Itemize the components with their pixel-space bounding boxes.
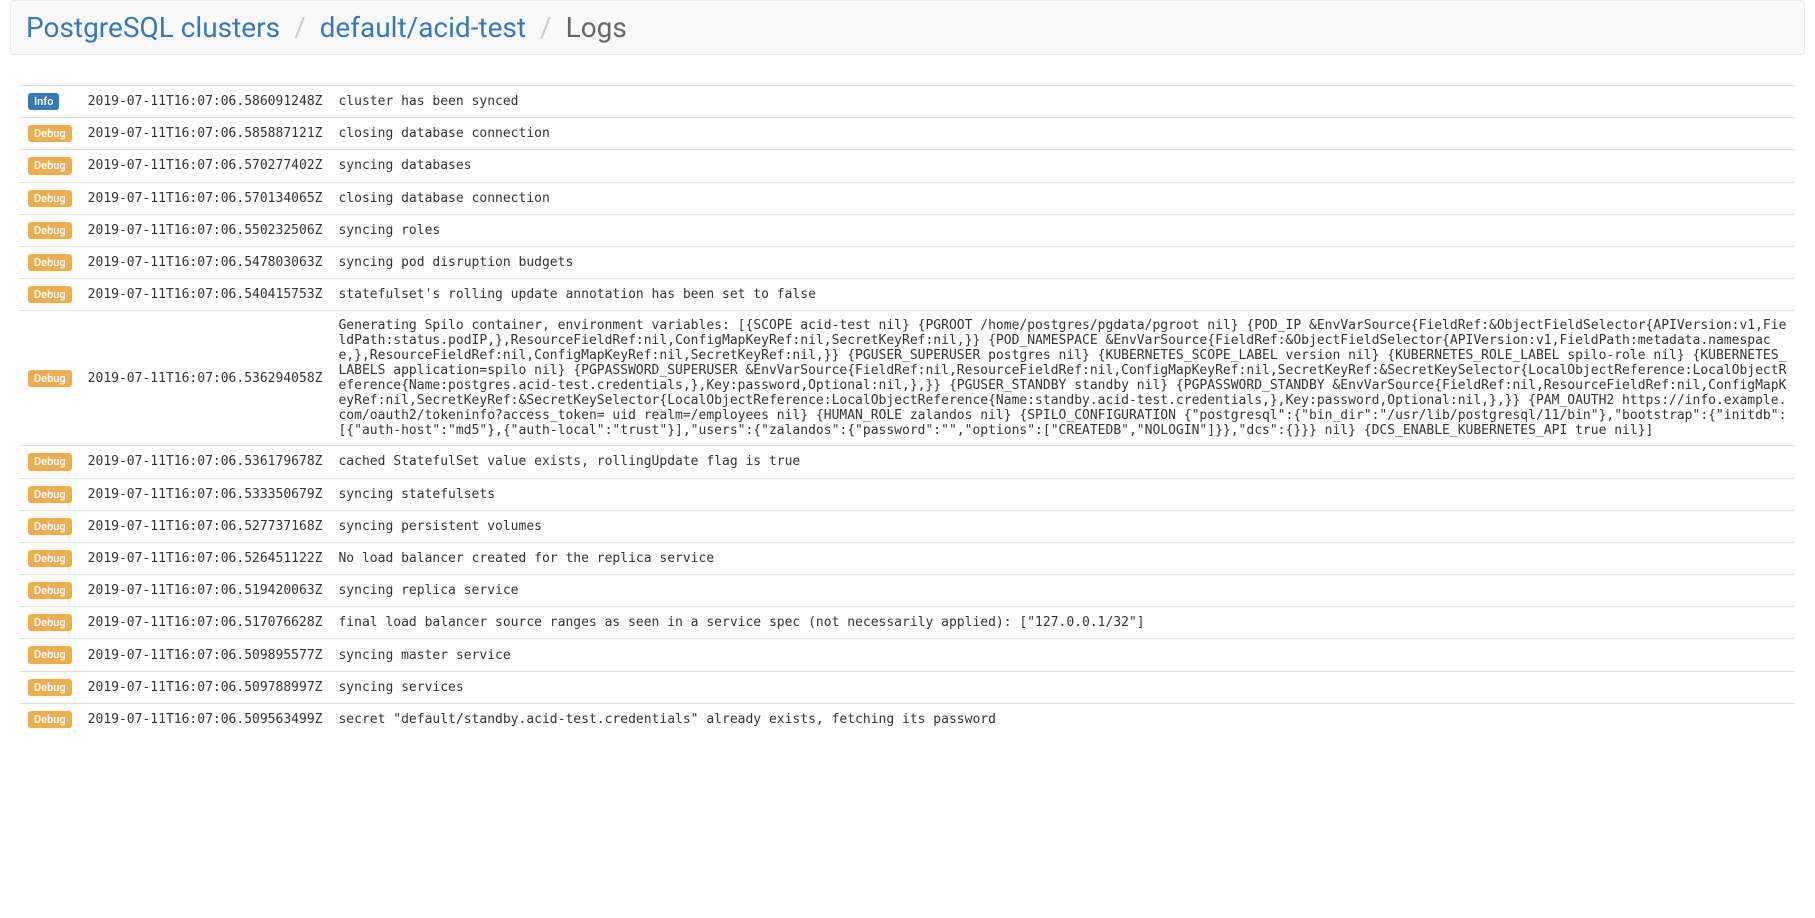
log-message: statefulset's rolling update annotation … [330, 279, 1795, 311]
log-level-cell: Debug [20, 478, 80, 510]
log-timestamp: 2019-07-11T16:07:06.585887121Z [80, 118, 331, 150]
log-row: Debug 2019-07-11T16:07:06.585887121Zclosi… [20, 118, 1795, 150]
log-timestamp: 2019-07-11T16:07:06.536179678Z [80, 446, 331, 478]
log-message: cluster has been synced [330, 86, 1795, 118]
log-message: syncing replica service [330, 575, 1795, 607]
log-row: Debug 2019-07-11T16:07:06.533350679Zsynci… [20, 478, 1795, 510]
log-level-badge-debug: Debug [28, 125, 72, 142]
log-level-cell: Debug [20, 246, 80, 278]
log-row: Debug 2019-07-11T16:07:06.509788997Zsynci… [20, 671, 1795, 703]
log-timestamp: 2019-07-11T16:07:06.509563499Z [80, 703, 331, 735]
log-message: syncing persistent volumes [330, 510, 1795, 542]
log-level-cell: Debug [20, 671, 80, 703]
log-timestamp: 2019-07-11T16:07:06.519420063Z [80, 575, 331, 607]
log-message: closing database connection [330, 182, 1795, 214]
log-timestamp: 2019-07-11T16:07:06.570277402Z [80, 150, 331, 182]
log-timestamp: 2019-07-11T16:07:06.533350679Z [80, 478, 331, 510]
log-row: Info 2019-07-11T16:07:06.586091248Zcluste… [20, 86, 1795, 118]
log-timestamp: 2019-07-11T16:07:06.509895577Z [80, 639, 331, 671]
log-timestamp: 2019-07-11T16:07:06.550232506Z [80, 214, 331, 246]
log-row: Debug 2019-07-11T16:07:06.527737168Zsynci… [20, 510, 1795, 542]
log-level-cell: Info [20, 86, 80, 118]
log-level-cell: Debug [20, 118, 80, 150]
breadcrumb-cluster-link[interactable]: default/acid-test [320, 11, 526, 44]
log-timestamp: 2019-07-11T16:07:06.540415753Z [80, 279, 331, 311]
log-row: Debug 2019-07-11T16:07:06.526451122ZNo lo… [20, 542, 1795, 574]
log-message: final load balancer source ranges as see… [330, 607, 1795, 639]
log-row: Debug 2019-07-11T16:07:06.550232506Zsynci… [20, 214, 1795, 246]
log-level-badge-debug: Debug [28, 286, 72, 303]
log-level-cell: Debug [20, 214, 80, 246]
log-level-cell: Debug [20, 607, 80, 639]
log-timestamp: 2019-07-11T16:07:06.517076628Z [80, 607, 331, 639]
log-row: Debug 2019-07-11T16:07:06.570134065Zclosi… [20, 182, 1795, 214]
log-timestamp: 2019-07-11T16:07:06.526451122Z [80, 542, 331, 574]
log-level-badge-debug: Debug [28, 254, 72, 271]
log-row: Debug 2019-07-11T16:07:06.517076628Zfinal… [20, 607, 1795, 639]
log-timestamp: 2019-07-11T16:07:06.570134065Z [80, 182, 331, 214]
log-message: syncing statefulsets [330, 478, 1795, 510]
log-level-badge-debug: Debug [28, 646, 72, 663]
log-message: syncing roles [330, 214, 1795, 246]
log-level-cell: Debug [20, 446, 80, 478]
log-message: secret "default/standby.acid-test.creden… [330, 703, 1795, 735]
log-timestamp: 2019-07-11T16:07:06.586091248Z [80, 86, 331, 118]
breadcrumb-root-link[interactable]: PostgreSQL clusters [26, 11, 280, 44]
log-level-cell: Debug [20, 182, 80, 214]
log-row: Debug 2019-07-11T16:07:06.519420063Zsynci… [20, 575, 1795, 607]
log-timestamp: 2019-07-11T16:07:06.547803063Z [80, 246, 331, 278]
log-level-badge-debug: Debug [28, 486, 72, 503]
log-message: cached StatefulSet value exists, rolling… [330, 446, 1795, 478]
log-level-badge-debug: Debug [28, 582, 72, 599]
log-level-badge-debug: Debug [28, 190, 72, 207]
log-row: Debug 2019-07-11T16:07:06.509895577Zsynci… [20, 639, 1795, 671]
log-message: syncing pod disruption budgets [330, 246, 1795, 278]
log-level-cell: Debug [20, 150, 80, 182]
log-timestamp: 2019-07-11T16:07:06.527737168Z [80, 510, 331, 542]
log-row: Debug 2019-07-11T16:07:06.536179678Zcache… [20, 446, 1795, 478]
log-level-cell: Debug [20, 279, 80, 311]
log-message: Generating Spilo container, environment … [330, 311, 1795, 446]
log-level-badge-info: Info [28, 93, 59, 110]
log-message: No load balancer created for the replica… [330, 542, 1795, 574]
log-level-cell: Debug [20, 703, 80, 735]
breadcrumb-current: Logs [566, 11, 627, 44]
log-row: Debug 2019-07-11T16:07:06.570277402Zsynci… [20, 150, 1795, 182]
log-level-badge-debug: Debug [28, 222, 72, 239]
log-level-badge-debug: Debug [28, 679, 72, 696]
log-message: syncing databases [330, 150, 1795, 182]
breadcrumb-separator: / [294, 11, 306, 44]
log-row: Debug 2019-07-11T16:07:06.536294058ZGener… [20, 311, 1795, 446]
log-message: syncing master service [330, 639, 1795, 671]
log-level-badge-debug: Debug [28, 711, 72, 728]
log-timestamp: 2019-07-11T16:07:06.536294058Z [80, 311, 331, 446]
log-row: Debug 2019-07-11T16:07:06.540415753Zstate… [20, 279, 1795, 311]
log-level-cell: Debug [20, 542, 80, 574]
log-level-cell: Debug [20, 575, 80, 607]
log-level-badge-debug: Debug [28, 614, 72, 631]
log-level-badge-debug: Debug [28, 453, 72, 470]
log-level-cell: Debug [20, 311, 80, 446]
log-message: syncing services [330, 671, 1795, 703]
log-row: Debug 2019-07-11T16:07:06.509563499Zsecre… [20, 703, 1795, 735]
log-level-badge-debug: Debug [28, 157, 72, 174]
log-level-badge-debug: Debug [28, 370, 72, 387]
breadcrumb-separator: / [540, 11, 552, 44]
log-message: closing database connection [330, 118, 1795, 150]
log-level-badge-debug: Debug [28, 518, 72, 535]
log-table: Info 2019-07-11T16:07:06.586091248Zcluste… [20, 85, 1795, 735]
log-level-cell: Debug [20, 510, 80, 542]
log-row: Debug 2019-07-11T16:07:06.547803063Zsynci… [20, 246, 1795, 278]
log-level-badge-debug: Debug [28, 550, 72, 567]
log-timestamp: 2019-07-11T16:07:06.509788997Z [80, 671, 331, 703]
log-level-cell: Debug [20, 639, 80, 671]
breadcrumb: PostgreSQL clusters / default/acid-test … [10, 0, 1805, 55]
